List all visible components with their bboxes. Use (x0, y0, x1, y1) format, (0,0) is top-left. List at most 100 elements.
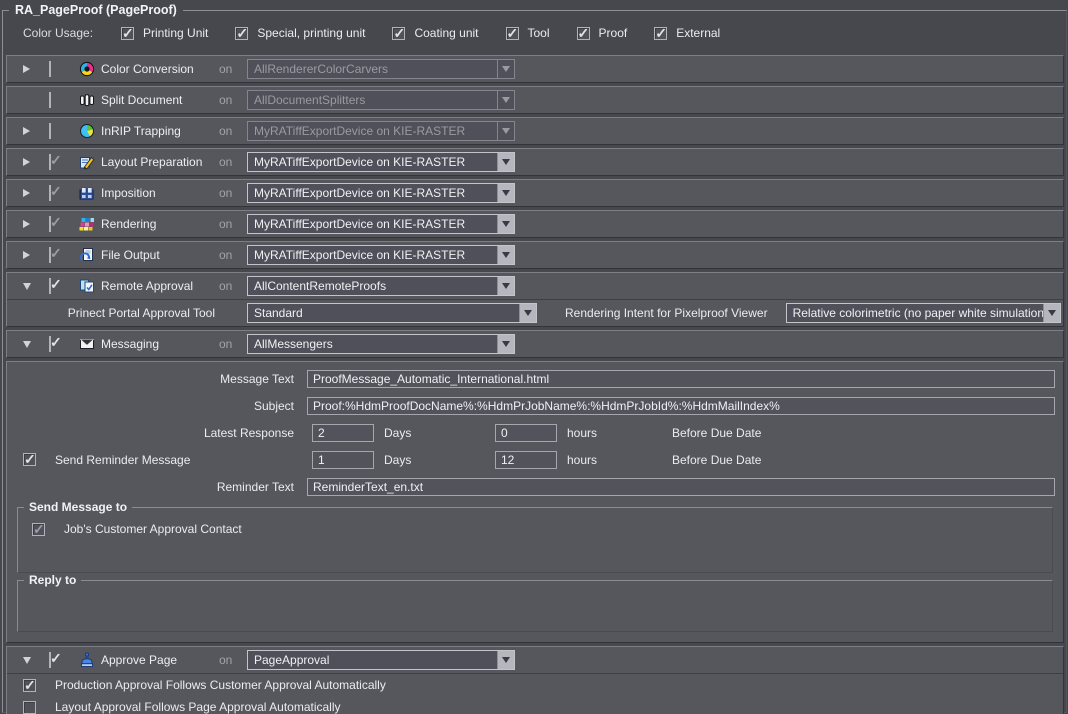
expander-icon[interactable] (23, 65, 30, 73)
expander-icon[interactable] (23, 283, 31, 290)
split-document-icon (79, 92, 101, 108)
chevron-down-icon[interactable] (497, 184, 514, 202)
remote-approval-combo[interactable]: AllContentRemoteProofs (247, 276, 515, 296)
color-usage-tool: Tool (506, 26, 550, 40)
chevron-down-icon[interactable] (519, 304, 536, 322)
approve-page-checkbox[interactable] (49, 652, 51, 668)
layout-approval-row: Layout Approval Follows Page Approval Au… (7, 696, 1063, 714)
special-printing-unit-label: Special, printing unit (257, 26, 365, 40)
layout-preparation-checkbox[interactable] (49, 154, 51, 170)
expander-icon[interactable] (23, 189, 30, 197)
chevron-down-icon[interactable] (497, 246, 514, 264)
imposition-combo[interactable]: MyRATiffExportDevice on KIE-RASTER (247, 183, 515, 203)
expander-icon[interactable] (23, 657, 31, 664)
customer-approval-contact-label: Job's Customer Approval Contact (64, 522, 242, 536)
expander-icon[interactable] (23, 127, 30, 135)
reminder-text-field[interactable] (307, 478, 1055, 496)
expander-icon[interactable] (23, 220, 30, 228)
hours-label: hours (567, 453, 662, 467)
send-message-to-groupbox: Send Message to Job's Customer Approval … (17, 507, 1053, 573)
latest-response-days-field[interactable] (312, 424, 374, 442)
chevron-down-icon[interactable] (497, 60, 514, 78)
split-document-combo[interactable]: AllDocumentSplitters (247, 90, 515, 110)
production-approval-row: Production Approval Follows Customer App… (7, 674, 1063, 696)
tool-checkbox[interactable] (506, 27, 519, 40)
process-label: File Output (101, 248, 219, 262)
message-text-field[interactable] (307, 370, 1055, 388)
split-document-checkbox[interactable] (49, 92, 51, 108)
on-label: on (219, 62, 247, 76)
chevron-down-icon[interactable] (497, 335, 514, 353)
portal-approval-tool-combo[interactable]: Standard (247, 303, 537, 323)
messaging-icon (79, 336, 101, 352)
file-output-icon (79, 247, 101, 263)
remote-approval-checkbox[interactable] (49, 278, 51, 294)
production-approval-checkbox[interactable] (23, 679, 36, 692)
external-checkbox[interactable] (654, 27, 667, 40)
chevron-down-icon[interactable] (497, 91, 514, 109)
color-conversion-combo[interactable]: AllRendererColorCarvers (247, 59, 515, 79)
on-label: on (219, 279, 247, 293)
chevron-down-icon[interactable] (497, 153, 514, 171)
color-usage-row: Color Usage: Printing Unit Special, prin… (3, 11, 1066, 55)
latest-response-hours-field[interactable] (495, 424, 557, 442)
reminder-hours-field[interactable] (495, 451, 557, 469)
coating-unit-checkbox[interactable] (392, 27, 405, 40)
reminder-text-label: Reminder Text (7, 480, 307, 494)
process-label: Imposition (101, 186, 219, 200)
expander-icon[interactable] (23, 251, 30, 259)
days-label: Days (384, 426, 490, 440)
remote-approval-row: Remote Approval on AllContentRemoteProof… (7, 273, 1063, 299)
message-text-row: Message Text (7, 365, 1063, 392)
layout-preparation-icon (79, 154, 101, 170)
message-text-label: Message Text (7, 372, 307, 386)
chevron-down-icon[interactable] (497, 215, 514, 233)
subject-field[interactable] (307, 397, 1055, 415)
printing-unit-checkbox[interactable] (121, 27, 134, 40)
proof-checkbox[interactable] (577, 27, 590, 40)
rendering-combo[interactable]: MyRATiffExportDevice on KIE-RASTER (247, 214, 515, 234)
subject-row: Subject (7, 392, 1063, 419)
reply-to-title: Reply to (24, 573, 81, 587)
send-message-to-title: Send Message to (24, 500, 132, 514)
file-output-checkbox[interactable] (49, 247, 51, 263)
reminder-days-field[interactable] (312, 451, 374, 469)
layout-approval-checkbox[interactable] (23, 701, 36, 714)
chevron-down-icon[interactable] (497, 122, 514, 140)
on-label: on (219, 217, 247, 231)
rendering-checkbox[interactable] (49, 216, 51, 232)
messaging-combo[interactable]: AllMessengers (247, 334, 515, 354)
send-reminder-checkbox[interactable] (23, 453, 36, 466)
page-title: RA_PageProof (PageProof) (9, 3, 183, 17)
subject-label: Subject (7, 399, 307, 413)
expander-icon[interactable] (23, 341, 31, 348)
split-document-row: Split Document on AllDocumentSplitters (7, 87, 1063, 113)
expander-icon[interactable] (23, 158, 30, 166)
color-usage-external: External (654, 26, 720, 40)
messaging-checkbox[interactable] (49, 336, 51, 352)
layout-preparation-combo[interactable]: MyRATiffExportDevice on KIE-RASTER (247, 152, 515, 172)
chevron-down-icon[interactable] (1043, 304, 1060, 322)
layout-preparation-row: Layout Preparation on MyRATiffExportDevi… (7, 149, 1063, 175)
send-reminder-row: Send Reminder Message Days hours Before … (7, 446, 1063, 473)
proof-label: Proof (599, 26, 628, 40)
color-conversion-checkbox[interactable] (49, 61, 51, 77)
layout-approval-label: Layout Approval Follows Page Approval Au… (55, 700, 341, 714)
inrip-trapping-combo[interactable]: MyRATiffExportDevice on KIE-RASTER (247, 121, 515, 141)
inrip-trapping-checkbox[interactable] (49, 123, 51, 139)
external-label: External (676, 26, 720, 40)
rendering-intent-combo[interactable]: Relative colorimetric (no paper white si… (786, 303, 1061, 323)
chevron-down-icon[interactable] (497, 277, 514, 295)
color-usage-proof: Proof (577, 26, 628, 40)
file-output-combo[interactable]: MyRATiffExportDevice on KIE-RASTER (247, 245, 515, 265)
tool-label: Tool (528, 26, 550, 40)
imposition-checkbox[interactable] (49, 185, 51, 201)
approve-page-combo[interactable]: PageApproval (247, 650, 515, 670)
color-usage-coating-unit: Coating unit (392, 26, 478, 40)
color-usage-printing-unit: Printing Unit (121, 26, 208, 40)
special-printing-unit-checkbox[interactable] (235, 27, 248, 40)
chevron-down-icon[interactable] (497, 651, 514, 669)
customer-approval-contact-checkbox[interactable] (32, 523, 45, 536)
on-label: on (219, 337, 247, 351)
production-approval-label: Production Approval Follows Customer App… (55, 678, 386, 692)
